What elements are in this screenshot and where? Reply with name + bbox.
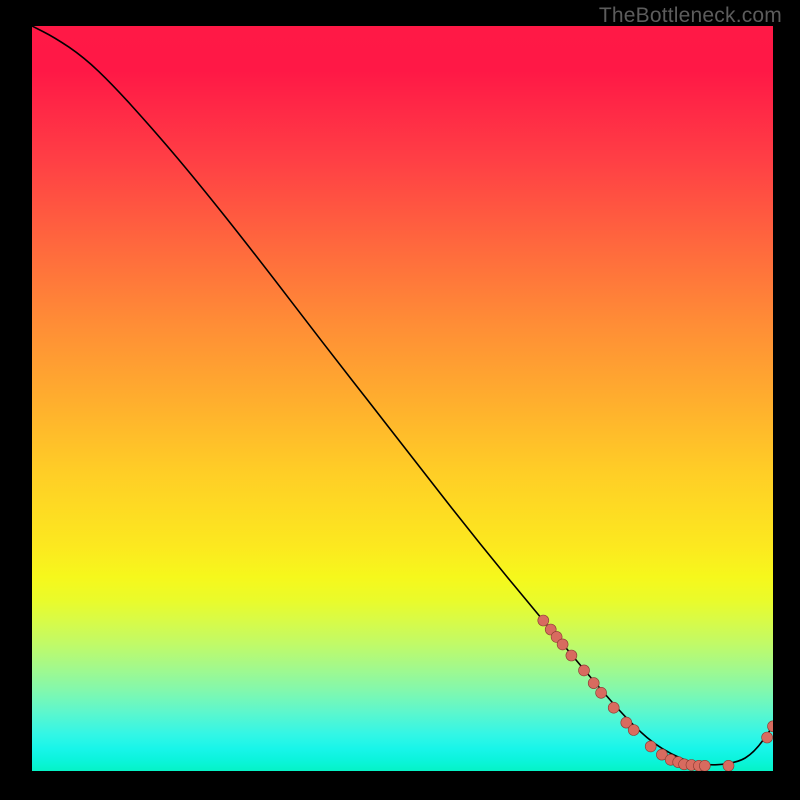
bottleneck-curve bbox=[32, 26, 773, 765]
watermark-text: TheBottleneck.com bbox=[599, 4, 782, 28]
chart-area bbox=[32, 26, 773, 771]
curve-marker bbox=[645, 741, 656, 752]
curve-marker bbox=[628, 725, 639, 736]
curve-marker bbox=[699, 760, 710, 771]
curve-marker bbox=[608, 702, 619, 713]
curve-marker bbox=[579, 665, 590, 676]
curve-marker bbox=[588, 678, 599, 689]
chart-svg bbox=[32, 26, 773, 771]
curve-marker bbox=[723, 760, 734, 771]
curve-markers bbox=[538, 615, 773, 771]
curve-marker bbox=[762, 732, 773, 743]
curve-marker bbox=[557, 639, 568, 650]
curve-marker bbox=[768, 721, 774, 732]
curve-marker bbox=[566, 650, 577, 661]
curve-marker bbox=[538, 615, 549, 626]
curve-marker bbox=[596, 687, 607, 698]
